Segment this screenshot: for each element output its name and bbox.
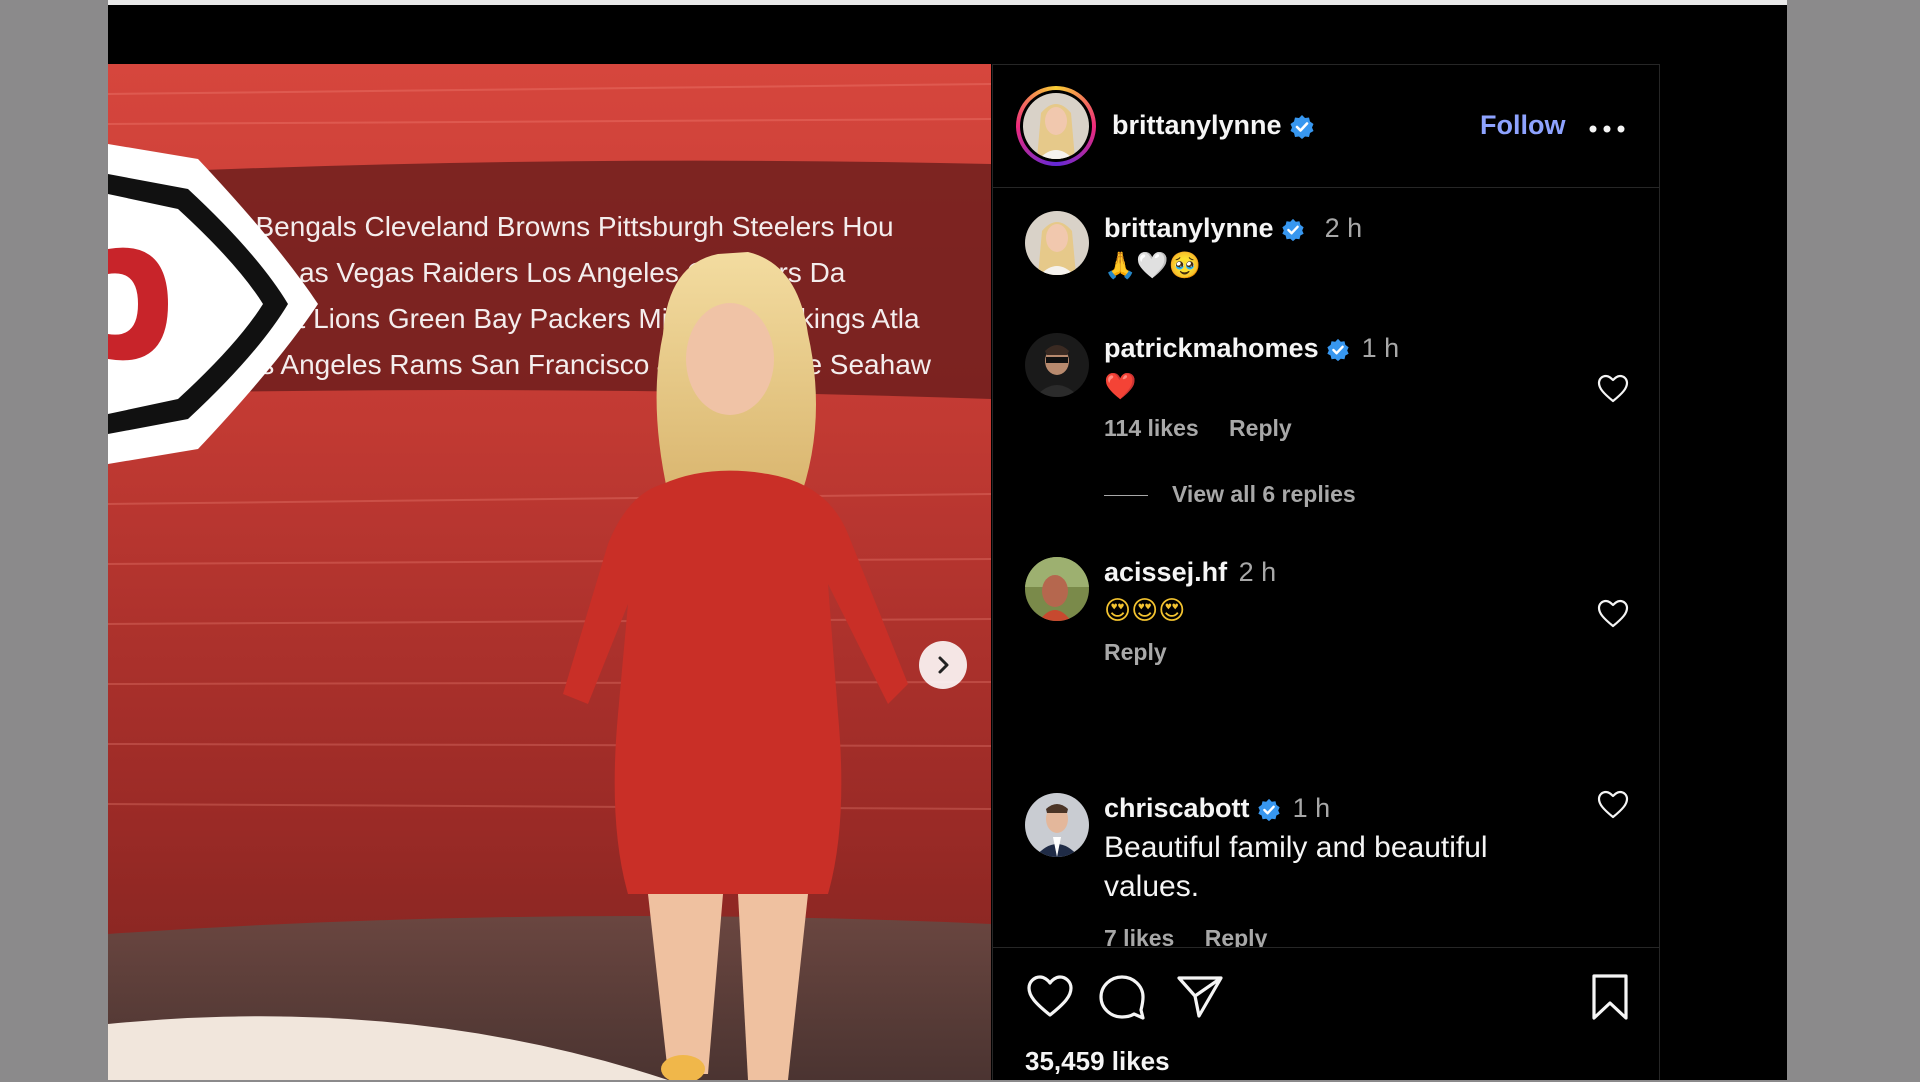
bookmark-icon	[1592, 974, 1628, 1020]
more-options-button[interactable]	[1587, 122, 1627, 134]
author-avatar-story-ring[interactable]	[1016, 86, 1096, 166]
comment-username[interactable]: chriscabott	[1104, 793, 1250, 823]
more-horizontal-icon	[1589, 125, 1625, 133]
verified-badge-icon	[1258, 798, 1280, 821]
comment-text: 😍😍😍	[1104, 596, 1186, 626]
heart-icon	[1597, 374, 1629, 403]
send-icon	[1177, 976, 1223, 1018]
follow-button[interactable]: Follow	[1480, 110, 1565, 141]
heart-icon	[1027, 975, 1073, 1017]
share-button[interactable]	[1175, 972, 1225, 1022]
avatar[interactable]	[1025, 333, 1089, 397]
avatar[interactable]	[1025, 557, 1089, 621]
post-likes-count[interactable]: 35,459 likes	[1025, 1046, 1170, 1077]
comment-username[interactable]: acissej.hf	[1104, 557, 1227, 587]
avatar[interactable]	[1025, 793, 1089, 857]
like-button[interactable]	[1025, 972, 1075, 1022]
heart-icon	[1597, 790, 1629, 819]
post-header: brittanylynne Follow	[993, 65, 1659, 188]
chevron-right-icon	[938, 656, 949, 674]
heart-icon	[1597, 599, 1629, 628]
verified-badge-icon	[1282, 218, 1304, 241]
post-side-panel: brittanylynne Follow brittanylynne 2 h 🙏…	[992, 64, 1660, 1080]
comment-icon	[1099, 975, 1145, 1020]
avatar[interactable]	[1025, 211, 1089, 275]
comment-like-button[interactable]	[1597, 599, 1629, 629]
reply-button[interactable]: Reply	[1104, 639, 1167, 665]
comment-timestamp[interactable]: 2 h	[1325, 213, 1363, 243]
comment-text: Beautiful family and beautiful values.	[1104, 831, 1488, 903]
comment-like-button[interactable]	[1597, 790, 1629, 820]
comment-button[interactable]	[1097, 972, 1147, 1022]
comment-timestamp[interactable]: 2 h	[1239, 557, 1277, 587]
post-photo: s Cincinnati Bengals Cleveland Browns Pi…	[108, 64, 991, 1080]
comment-timestamp[interactable]: 1 h	[1362, 333, 1400, 363]
author-username[interactable]: brittanylynne	[1112, 110, 1315, 141]
comment-text: ❤️	[1104, 372, 1137, 402]
save-button[interactable]	[1585, 972, 1635, 1022]
reply-button[interactable]: Reply	[1205, 925, 1268, 947]
comment-text: 🙏🤍🥹	[1104, 251, 1202, 281]
comment-username[interactable]: patrickmahomes	[1104, 333, 1319, 363]
verified-badge-icon	[1290, 114, 1314, 139]
comment-like-button[interactable]	[1597, 374, 1629, 404]
reply-button[interactable]: Reply	[1229, 415, 1292, 441]
comment-likes-count[interactable]: 7 likes	[1104, 925, 1174, 947]
avatar	[1023, 93, 1089, 159]
comment-timestamp[interactable]: 1 h	[1293, 793, 1331, 823]
view-replies-button[interactable]: View all 6 replies	[1104, 481, 1356, 508]
comments-list[interactable]: brittanylynne 2 h 🙏🤍🥹 patrickmahomes 1 h…	[993, 187, 1659, 947]
next-photo-button[interactable]	[919, 641, 967, 689]
post-actions-bar: 35,459 likes	[993, 947, 1659, 1082]
comment-likes-count[interactable]: 114 likes	[1104, 415, 1199, 441]
verified-badge-icon	[1327, 338, 1349, 361]
comment-username[interactable]: brittanylynne	[1104, 213, 1274, 243]
